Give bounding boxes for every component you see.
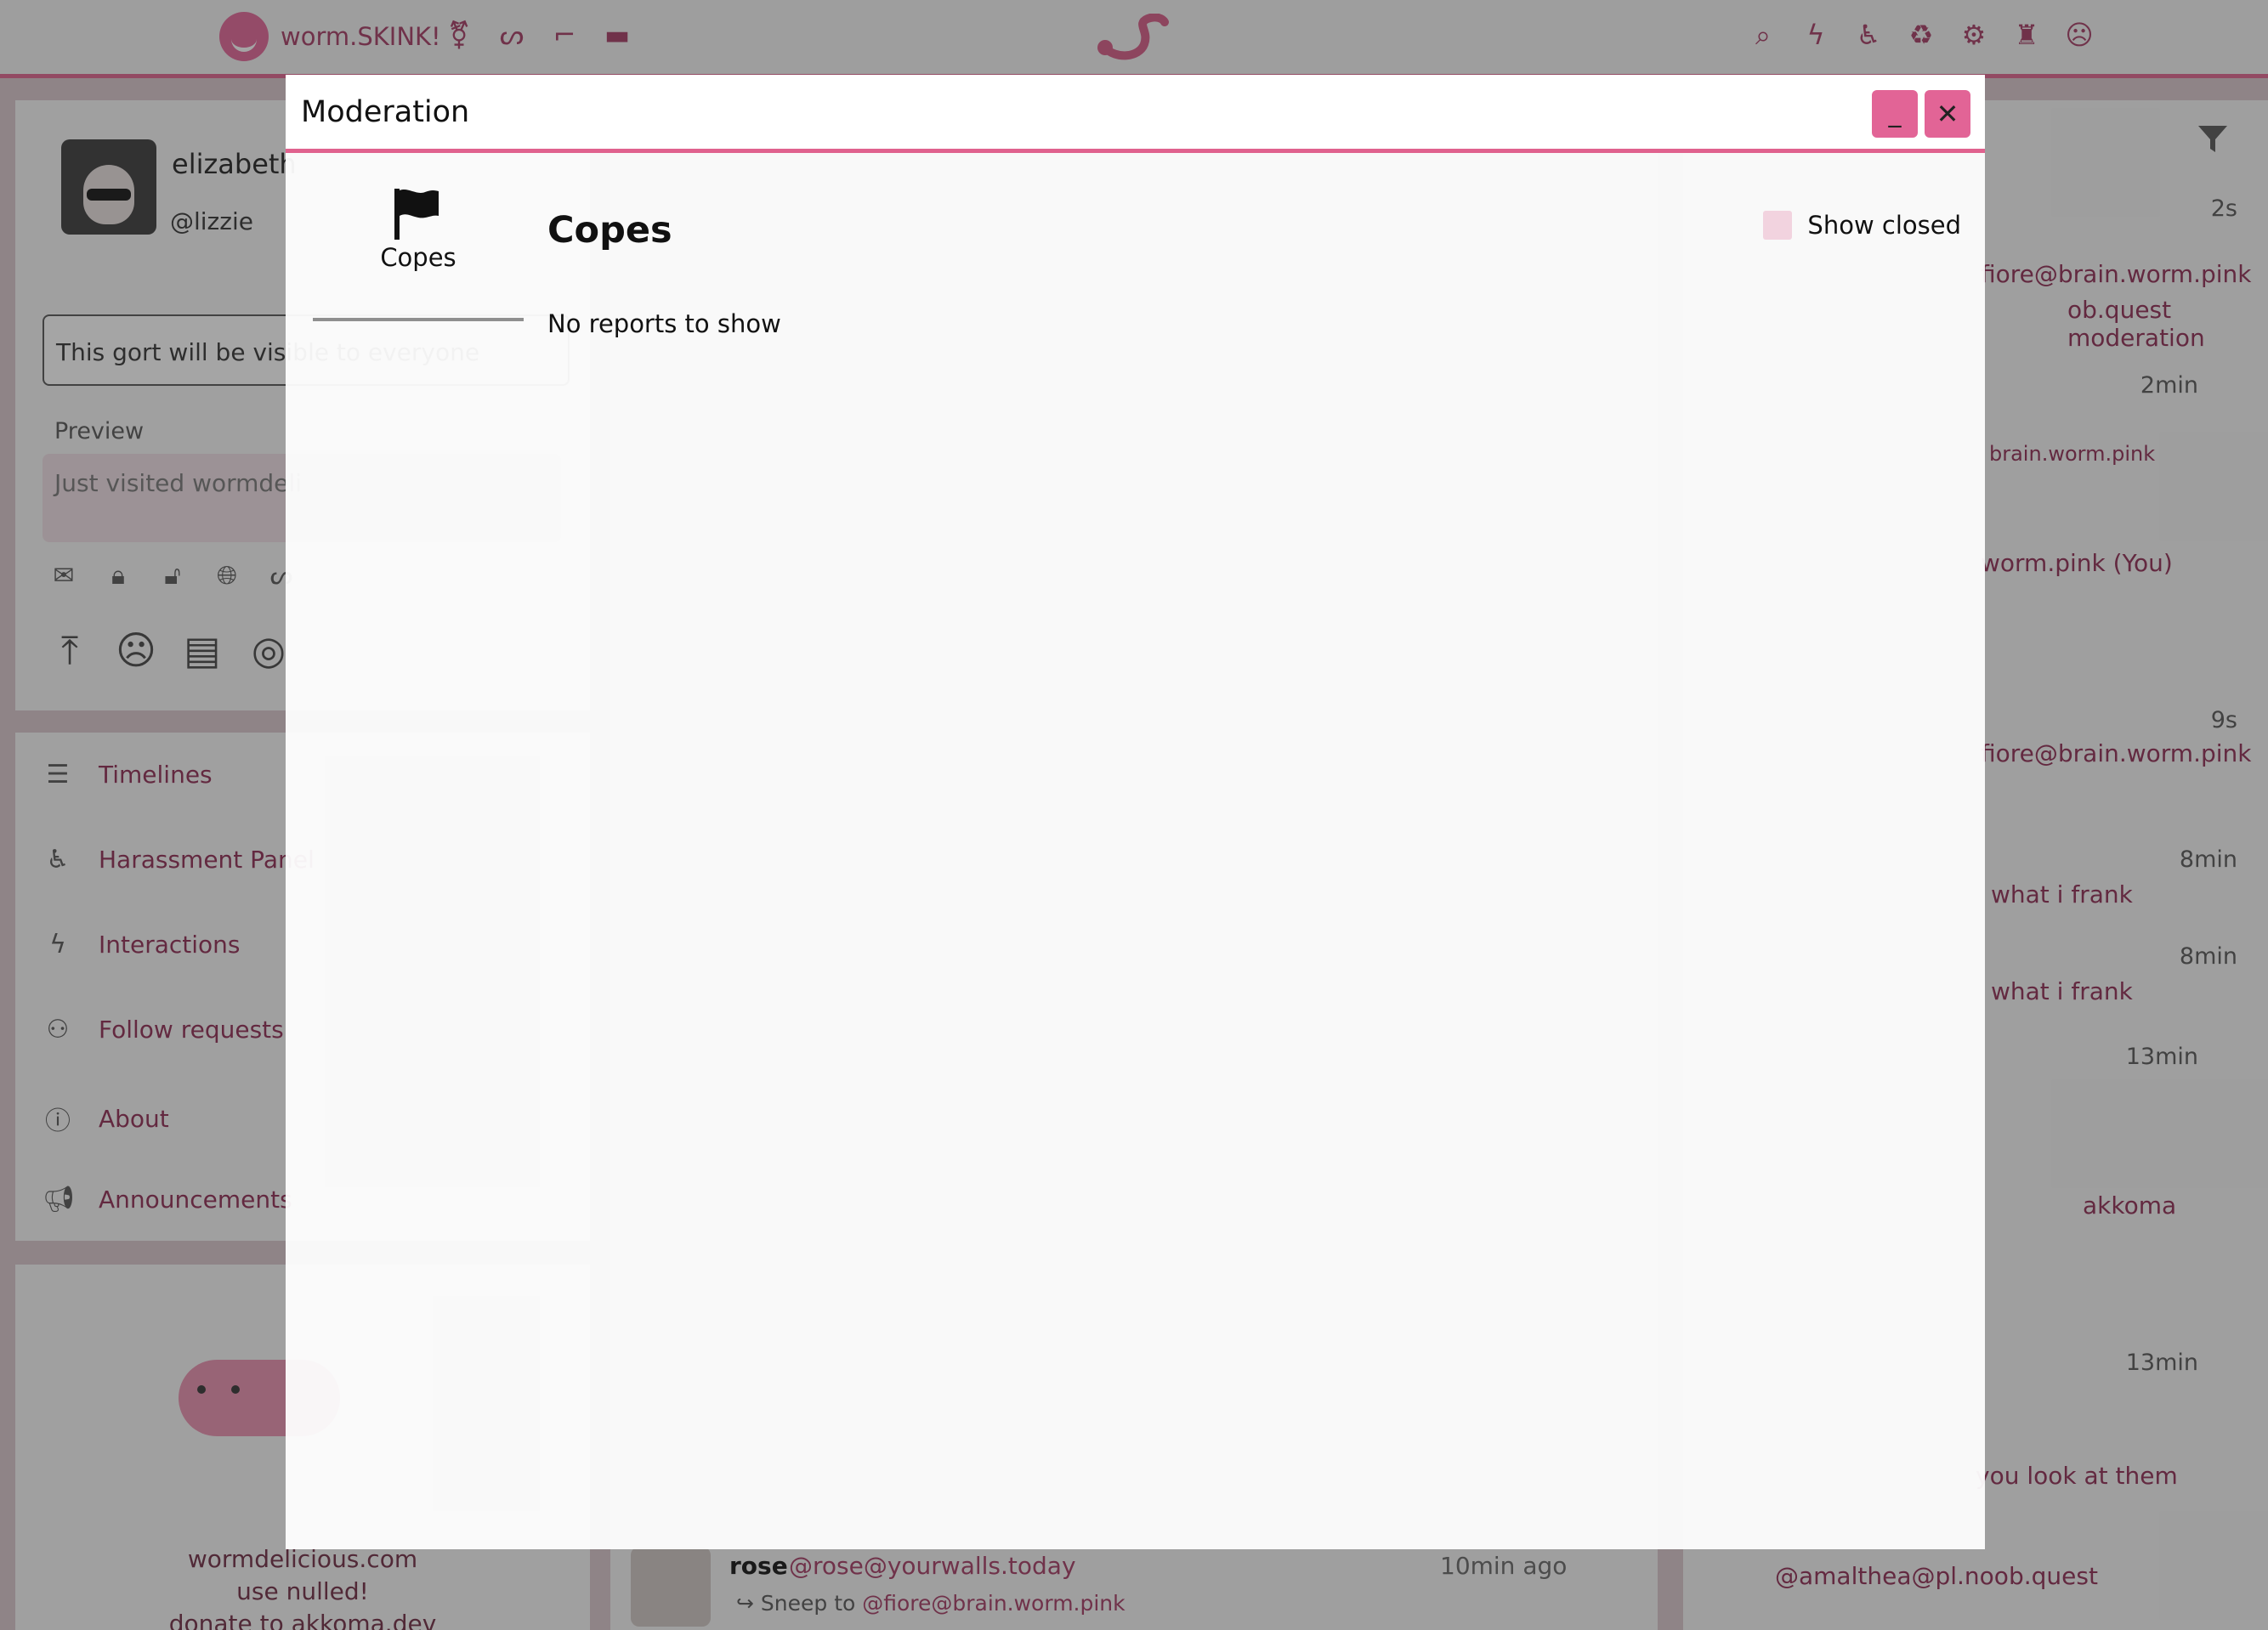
dialog-header: Moderation _ ✕ <box>286 75 1985 153</box>
empty-state-text: No reports to show <box>547 309 781 338</box>
tab-copes[interactable]: Copes <box>313 187 524 321</box>
flag-icon <box>394 189 439 240</box>
tab-label: Copes <box>380 243 456 272</box>
minimize-button[interactable]: _ <box>1872 90 1918 138</box>
show-closed-label: Show closed <box>1807 211 1961 240</box>
dialog-title: Moderation <box>301 95 470 129</box>
close-button[interactable]: ✕ <box>1925 90 1970 138</box>
section-title: Copes <box>547 209 672 252</box>
moderation-dialog: Moderation _ ✕ Copes Copes No reports to… <box>286 75 1985 1549</box>
show-closed-toggle[interactable]: Show closed <box>1763 211 1961 240</box>
show-closed-checkbox[interactable] <box>1763 211 1793 240</box>
